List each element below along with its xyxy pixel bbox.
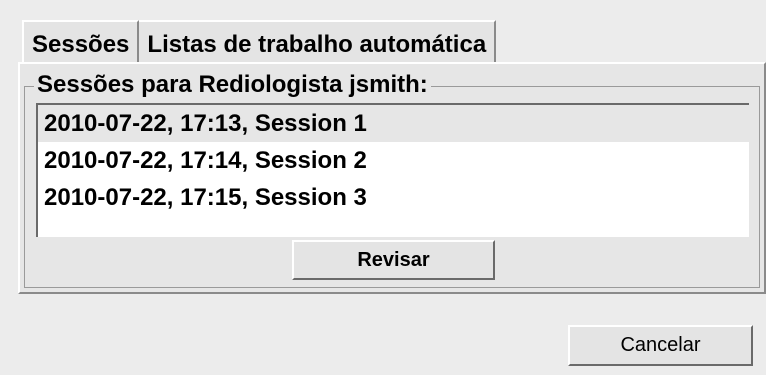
sessions-list[interactable]: 2010-07-22, 17:13, Session 1 2010-07-22,… — [36, 103, 749, 237]
tab-sessions[interactable]: Sessões — [22, 20, 140, 65]
session-list-item[interactable]: 2010-07-22, 17:15, Session 3 — [38, 179, 749, 216]
review-button[interactable]: Revisar — [292, 240, 495, 280]
session-list-item[interactable]: 2010-07-22, 17:13, Session 1 — [38, 105, 749, 142]
sessions-group-title: Sessões para Rediologista jsmith: — [34, 70, 431, 100]
tab-bar: Sessões Listas de trabalho automática — [22, 20, 497, 65]
tab-automatic-worklists[interactable]: Listas de trabalho automática — [139, 20, 497, 65]
cancel-button[interactable]: Cancelar — [568, 325, 753, 366]
session-list-item[interactable]: 2010-07-22, 17:14, Session 2 — [38, 142, 749, 179]
